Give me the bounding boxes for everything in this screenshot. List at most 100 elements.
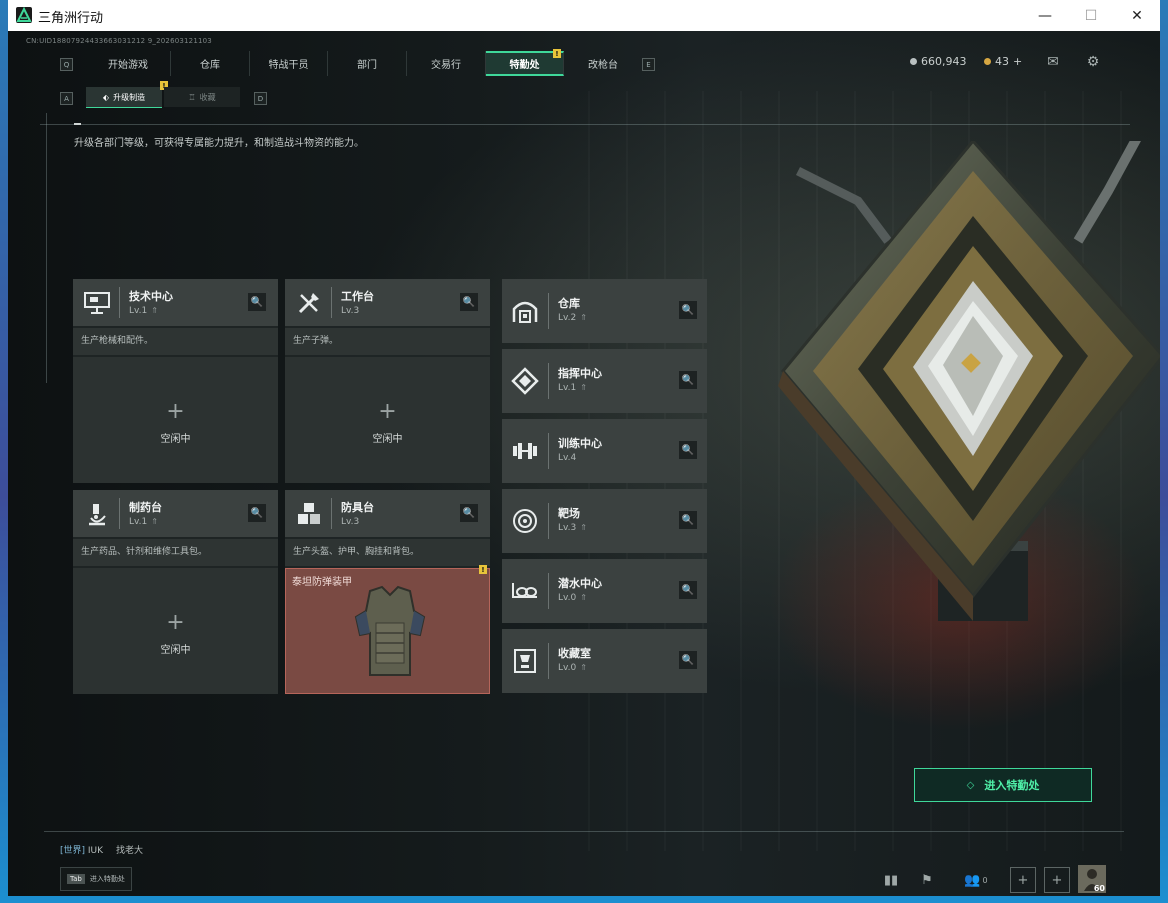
body-armor-icon [354,585,426,676]
mail-icon[interactable]: ✉ [1044,53,1062,71]
search-icon: 🔍 [681,584,695,596]
divider [331,498,332,529]
idle-slot[interactable]: + 空闲中 [285,357,490,483]
upgrade-chevron-icon: ⇑ [580,663,587,672]
level-value: Lv.4 [558,453,577,463]
plus-icon: + [166,610,185,636]
search-button[interactable]: 🔍 [248,293,266,311]
facility-dive-center[interactable]: 潜水中心 Lv.0 ⇑ 🔍 [502,559,707,623]
tab-label: 开始游戏 [108,60,148,71]
upgrade-chevron-icon: ⇑ [580,523,587,532]
subtab-upgrade-craft[interactable]: ⬖ 升级制造 ! [86,81,168,108]
add-currency-button[interactable]: + [1013,55,1022,68]
card-header: 工作台 Lv.3 🔍 [285,279,490,326]
search-icon: 🔍 [462,507,476,519]
workshop-card-tech-center[interactable]: 技术中心 Lv.1 ⇑ 🔍 生产枪械和配件。 + 空闲中 [73,279,278,483]
facility-command-center[interactable]: 指挥中心 Lv.1 ⇑ 🔍 [502,349,707,413]
warehouse-icon [509,295,541,327]
workshop-name: 技术中心 [129,290,173,303]
facility-training-center[interactable]: 训练中心 Lv.4 🔍 [502,419,707,483]
tab-warehouse[interactable]: 仓库 [171,51,250,76]
facility-name: 训练中心 [558,437,602,450]
workshop-name: 工作台 [341,290,374,303]
tab-operators[interactable]: 特战干员 [250,51,328,76]
add-friend-button[interactable]: + [1010,867,1036,893]
minimize-button[interactable]: — [1022,0,1068,31]
tab-key: Tab [67,874,85,884]
search-button[interactable]: 🔍 [248,504,266,522]
subtab-collection[interactable]: ♖ 收藏 [164,87,240,107]
facility-name: 收藏室 [558,647,591,660]
facility-level: Lv.4 [558,453,576,463]
tab-departments[interactable]: 部门 [328,51,407,76]
silver-coin-icon [910,58,917,65]
close-button[interactable]: ✕ [1114,0,1160,31]
tab-trading[interactable]: 交易行 [407,51,486,76]
workshop-card-armor-bench[interactable]: 防具台 Lv.3 🔍 生产头盔、护甲、胸挂和背包。 泰坦防弹装甲 ! [285,490,490,694]
idle-label: 空闲中 [372,434,403,446]
frame-line [46,113,47,383]
idle-slot[interactable]: + 空闲中 [73,357,278,483]
alert-badge: ! [479,565,487,574]
level-value: Lv.0 [558,663,577,673]
tab-gunsmith[interactable]: 改枪台 [564,51,642,76]
search-button[interactable]: 🔍 [679,441,697,459]
search-button[interactable]: 🔍 [460,504,478,522]
facility-level: Lv.0 ⇑ [558,593,587,603]
alert-badge: ! [553,49,561,58]
search-button[interactable]: 🔍 [679,301,697,319]
search-button[interactable]: 🔍 [679,511,697,529]
upgrade-chevron-icon: ⇑ [151,517,158,526]
tab-start-game[interactable]: 开始游戏 [86,51,171,76]
divider [548,503,549,539]
silver-amount: 660,943 [921,55,967,68]
search-button[interactable]: 🔍 [460,293,478,311]
button-label: 进入特勤处 [984,779,1040,792]
level-value: Lv.3 [341,306,360,316]
diamond-icon: ◇ [966,779,975,791]
search-icon: 🔍 [681,304,695,316]
search-button[interactable]: 🔍 [679,581,697,599]
avatar[interactable]: 60 [1078,865,1106,893]
card-header: 制药台 Lv.1 ⇑ 🔍 [73,490,278,537]
build-info: CN:UID18807924433663031212 9_20260312110… [26,37,212,45]
nav-prev-key: Q [60,58,73,71]
tab-label: 部门 [357,60,377,71]
dumbbell-icon [509,435,541,467]
maximize-button[interactable]: ☐ [1068,0,1114,31]
tab-label: 仓库 [200,60,220,71]
level-value: Lv.2 [558,313,577,323]
title-bar: 三角洲行动 — ☐ ✕ [8,0,1160,32]
search-button[interactable]: 🔍 [679,371,697,389]
upgrade-chevron-icon: ⇑ [580,383,587,392]
workshop-level: Lv.1 ⇑ [129,306,158,316]
facility-shooting-range[interactable]: 靶场 Lv.3 ⇑ 🔍 [502,489,707,553]
frame-tick [74,123,81,125]
subtab-label: 收藏 [199,92,216,102]
workshop-description: 生产子弹。 [285,328,490,355]
crafting-slot[interactable]: 泰坦防弹装甲 ! [285,565,490,694]
microscope-icon [81,498,113,530]
facility-level: Lv.0 ⇑ [558,663,587,673]
workshop-card-pharmacy[interactable]: 制药台 Lv.1 ⇑ 🔍 生产药品、针剂和维修工具包。 + 空闲中 [73,490,278,694]
gear-icon[interactable]: ⚙ [1084,53,1102,71]
tab-special-ops[interactable]: 特勤处 ! [486,49,564,76]
trophy-icon: ♖ [188,92,196,102]
divider [119,287,120,318]
add-team-button[interactable]: + [1044,867,1070,893]
friends-button[interactable]: 👥 0 [958,867,994,893]
chat-channel: [世界] [60,846,86,856]
tab-hint[interactable]: Tab 进入特勤处 [60,867,132,891]
game-window: 三角洲行动 — ☐ ✕ CN:UID18807924433663031212 9… [8,0,1160,896]
tab-label: 改枪台 [588,60,618,71]
workshop-name: 防具台 [341,501,374,514]
stats-icon[interactable]: ▮▮ [878,867,904,893]
facility-collection-room[interactable]: 收藏室 Lv.0 ⇑ 🔍 [502,629,707,693]
idle-slot[interactable]: + 空闲中 [73,568,278,694]
level-value: Lv.3 [558,523,577,533]
flag-icon[interactable]: ⚑ [914,867,940,893]
workshop-card-workbench[interactable]: 工作台 Lv.3 🔍 生产子弹。 + 空闲中 [285,279,490,483]
search-button[interactable]: 🔍 [679,651,697,669]
facility-warehouse[interactable]: 仓库 Lv.2 ⇑ 🔍 [502,279,707,343]
enter-special-ops-button[interactable]: ◇ 进入特勤处 [914,768,1092,802]
